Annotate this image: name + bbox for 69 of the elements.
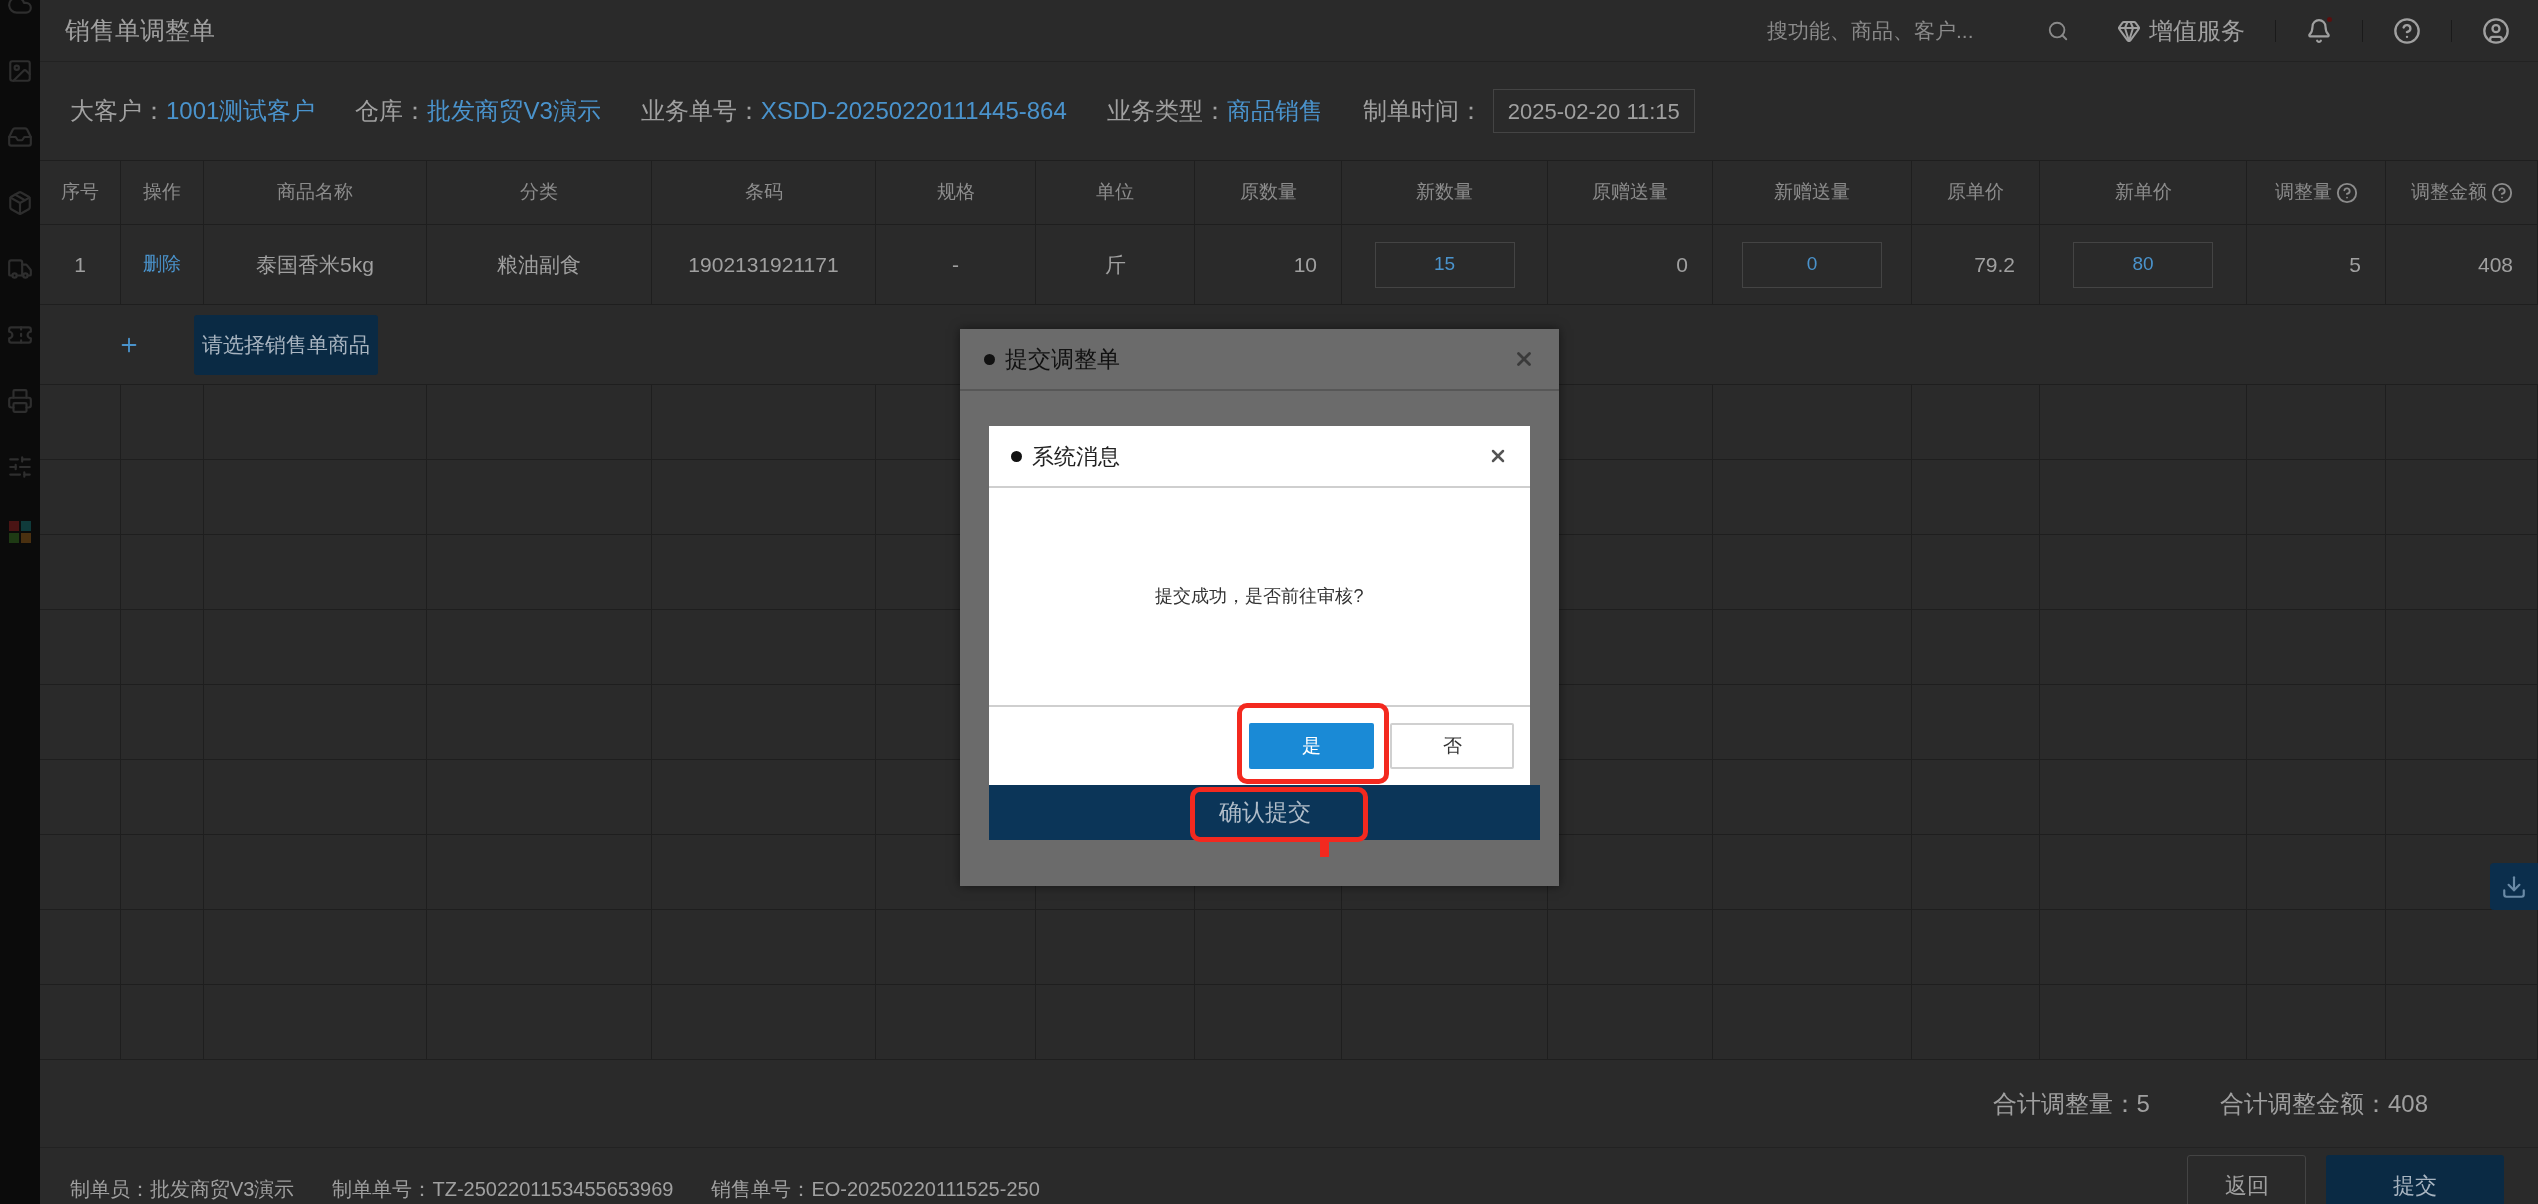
page-title: 销售单调整单	[65, 14, 215, 46]
select-product-button[interactable]: 请选择销售单商品	[194, 314, 378, 375]
table-cell-text: 408	[2477, 251, 2513, 278]
user-icon[interactable]	[2482, 16, 2510, 45]
info-label: 仓库：	[355, 96, 428, 126]
info-label: 大客户：	[70, 96, 166, 126]
info-value: 1001测试客户	[166, 96, 316, 126]
message-text: 提交成功，是否前往审核?	[1155, 585, 1364, 608]
info-value: 商品销售	[1226, 96, 1323, 126]
column-header: 新数量	[1342, 161, 1548, 224]
input-field[interactable]: 15	[1374, 241, 1515, 288]
footer-info: 销售单号：EO-20250220111525-250	[711, 1177, 1040, 1202]
info-value: XSDD-20250220111445-864	[760, 96, 1067, 126]
column-header: 调整量	[2247, 161, 2386, 224]
submit-button[interactable]: 提交	[2326, 1155, 2504, 1204]
dialog-title: 系统消息	[1032, 442, 1120, 471]
column-header: 条码	[652, 161, 876, 224]
annotation-tick	[1320, 840, 1329, 857]
table-cell-text: 79.2	[1974, 251, 2015, 278]
time-field[interactable]: 2025-02-20 11:15	[1492, 89, 1695, 133]
bullet-icon	[984, 353, 995, 365]
column-header: 商品名称	[204, 161, 427, 224]
dialog-title: 提交调整单	[1005, 344, 1120, 374]
search-field[interactable]: 搜功能、商品、客户...	[1767, 10, 2027, 51]
help-icon[interactable]	[2490, 181, 2513, 204]
table-cell-text: 0	[1676, 251, 1688, 278]
table-cell-text: 粮油副食	[497, 251, 581, 278]
column-header: 序号	[40, 161, 121, 224]
bell-icon[interactable]	[2306, 16, 2332, 45]
yes-button[interactable]: 是	[1249, 723, 1374, 769]
column-header: 规格	[876, 161, 1036, 224]
download-button[interactable]	[2490, 863, 2538, 910]
footer-info: 制单单号：TZ-2502201153455653969	[332, 1177, 674, 1202]
delete-link[interactable]: 删除	[143, 250, 181, 279]
column-header: 调整金额	[2386, 161, 2538, 224]
column-header: 新赠送量	[1713, 161, 1912, 224]
help-icon[interactable]	[2335, 181, 2358, 204]
help-icon[interactable]	[2393, 16, 2421, 45]
table-cell-text: 1	[74, 251, 86, 278]
info-label: 制单时间：	[1362, 96, 1483, 126]
table-cell-text: 10	[1293, 251, 1317, 278]
table-cell-text: 5	[2349, 251, 2361, 278]
input-field[interactable]: 0	[1742, 241, 1882, 288]
table-cell-text: 斤	[1104, 251, 1126, 278]
info-label: 业务类型：	[1106, 96, 1227, 126]
search-icon[interactable]	[2047, 19, 2069, 42]
column-header: 原单价	[1912, 161, 2040, 224]
value-service-link[interactable]: 增值服务	[2117, 12, 2245, 49]
footer-info: 制单员：批发商贸V3演示	[70, 1177, 295, 1202]
column-header: 原数量	[1195, 161, 1342, 224]
column-header: 新单价	[2040, 161, 2247, 224]
column-header: 单位	[1036, 161, 1195, 224]
bullet-icon	[1011, 450, 1022, 462]
column-header: 操作	[121, 161, 204, 224]
total-text: 合计调整金额：408	[2219, 1088, 2428, 1119]
info-label: 业务单号：	[640, 96, 761, 126]
back-button[interactable]: 返回	[2187, 1155, 2306, 1204]
input-field[interactable]: 80	[2073, 241, 2213, 288]
table-cell-text: 1902131921171	[688, 251, 839, 278]
table-cell-text: -	[952, 251, 959, 278]
info-value: 批发商贸V3演示	[427, 96, 601, 126]
total-text: 合计调整量：5	[1992, 1088, 2150, 1119]
download-icon	[2501, 873, 2527, 900]
diamond-icon	[2117, 18, 2141, 43]
column-header: 分类	[427, 161, 652, 224]
no-button[interactable]: 否	[1390, 723, 1514, 769]
confirm-submit-button[interactable]: 确认提交	[989, 785, 1540, 840]
table-cell-text: 泰国香米5kg	[256, 251, 374, 278]
column-header: 原赠送量	[1548, 161, 1713, 224]
